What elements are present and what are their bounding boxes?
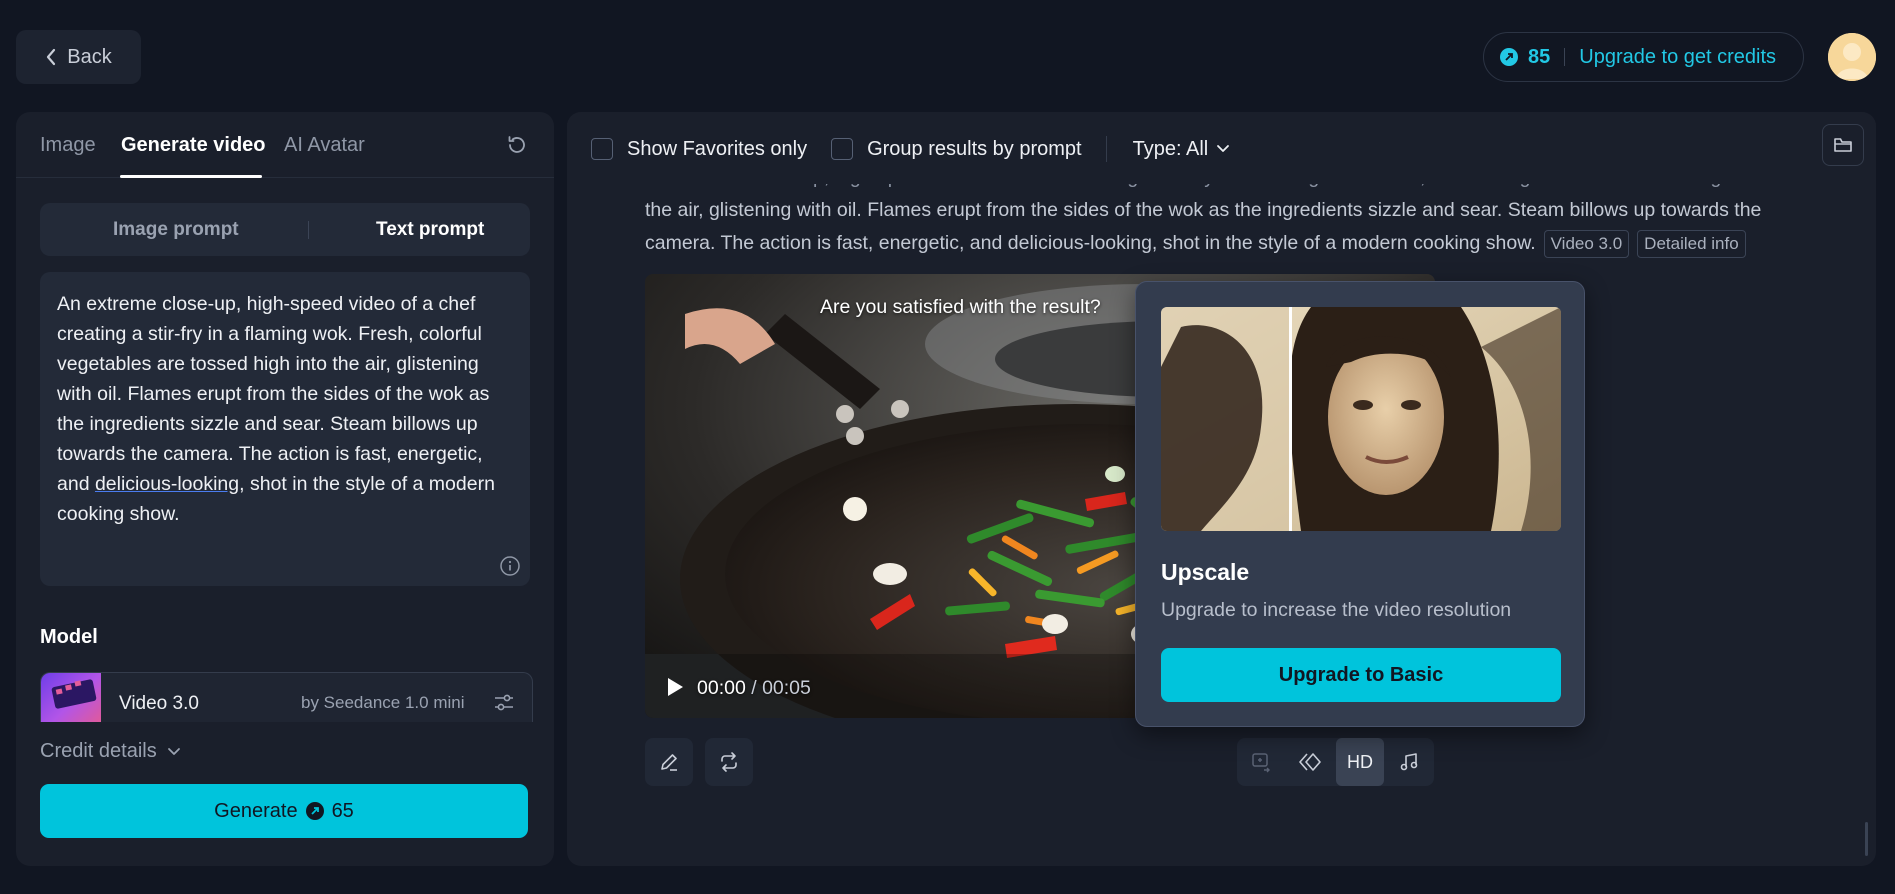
folder-icon: [1833, 136, 1853, 154]
result-filters: Show Favorites only Group results by pro…: [591, 134, 1230, 164]
group-results-label: Group results by prompt: [867, 137, 1082, 160]
generation-panel: Image Generate video AI Avatar Image pro…: [16, 112, 554, 866]
spellcheck-word: delicious-looking: [94, 473, 240, 495]
pill-divider: [1564, 48, 1566, 66]
video-tools: HD: [1237, 738, 1434, 786]
upgrade-to-basic-button[interactable]: Upgrade to Basic: [1161, 648, 1561, 702]
upscale-description: Upgrade to increase the video resolution: [1161, 599, 1512, 621]
mode-tabs: Image Generate video AI Avatar: [16, 112, 554, 178]
scrollbar-thumb[interactable]: [1865, 822, 1868, 856]
text-prompt-option[interactable]: Text prompt: [376, 219, 484, 241]
credit-coin-icon: [305, 802, 324, 820]
filter-divider: [1105, 136, 1107, 162]
show-favorites-label: Show Favorites only: [627, 137, 808, 160]
prompt-textarea[interactable]: An extreme close-up, high-speed video of…: [40, 272, 530, 586]
generate-cost: 65: [331, 799, 354, 822]
active-tab-indicator: [120, 175, 262, 178]
prompt-text: An extreme close-up, high-speed video of…: [57, 293, 495, 525]
group-results-checkbox[interactable]: [831, 138, 854, 160]
show-favorites-checkbox[interactable]: [591, 138, 613, 160]
video-current-time: 00:00: [697, 677, 746, 699]
model-tag[interactable]: Video 3.0: [1543, 230, 1630, 258]
credits-count: 85: [1528, 45, 1551, 68]
upscale-popover: Upscale Upgrade to increase the video re…: [1135, 281, 1585, 727]
info-icon[interactable]: [499, 555, 521, 577]
tab-ai-avatar[interactable]: AI Avatar: [284, 134, 365, 157]
pencil-icon: [658, 751, 680, 773]
detailed-info-button[interactable]: Detailed info: [1637, 230, 1746, 258]
type-select-label: Type: All: [1132, 137, 1209, 160]
credit-details-toggle[interactable]: Credit details: [40, 740, 181, 763]
model-provider: by Seedance 1.0 mini: [301, 693, 465, 712]
result-prompt-line-last: camera. The action is fast, energetic, a…: [645, 227, 1825, 260]
play-icon[interactable]: [665, 676, 685, 698]
reset-icon[interactable]: [506, 134, 528, 156]
toggle-divider: [308, 221, 309, 239]
back-button[interactable]: Back: [16, 30, 141, 84]
generate-label: Generate: [214, 799, 298, 822]
upscale-preview-image: [1161, 307, 1561, 531]
chevron-down-icon: [1216, 144, 1230, 154]
group-results-filter[interactable]: Group results by prompt: [831, 138, 1082, 161]
folder-button[interactable]: [1822, 124, 1864, 166]
avatar[interactable]: [1828, 33, 1876, 81]
show-favorites-filter[interactable]: Show Favorites only: [591, 138, 807, 161]
sliders-icon[interactable]: [493, 693, 515, 713]
regenerate-button[interactable]: [705, 738, 753, 786]
type-select[interactable]: Type: All: [1133, 138, 1231, 161]
interpolate-icon[interactable]: [1286, 738, 1334, 786]
hd-upscale-button[interactable]: HD: [1336, 738, 1384, 786]
video-time: 00:00 / 00:05: [697, 677, 811, 700]
back-label: Back: [67, 45, 112, 68]
credits-pill: 85 Upgrade to get credits: [1483, 32, 1804, 82]
prompt-mode-toggle: Image prompt Text prompt: [40, 203, 530, 256]
satisfaction-question: Are you satisfied with the result?: [820, 296, 1101, 318]
chevron-down-icon: [167, 747, 181, 757]
credit-details-label: Credit details: [40, 740, 157, 762]
result-prompt-line: the air, glistening with oil. Flames eru…: [645, 199, 1762, 221]
tab-image[interactable]: Image: [40, 134, 96, 157]
model-name: Video 3.0: [119, 693, 199, 714]
tab-generate-video[interactable]: Generate video: [121, 134, 266, 157]
credit-coin-icon: [1500, 48, 1518, 66]
repeat-icon: [718, 751, 740, 773]
image-prompt-option[interactable]: Image prompt: [113, 219, 239, 241]
upscale-title: Upscale: [1161, 559, 1250, 585]
upgrade-credits-link[interactable]: Upgrade to get credits: [1579, 46, 1776, 69]
generate-button[interactable]: Generate 65: [40, 784, 528, 838]
video-duration: / 00:05: [751, 677, 811, 699]
chevron-left-icon: [45, 48, 57, 66]
model-thumbnail: [41, 673, 101, 722]
model-label: Model: [40, 626, 98, 648]
model-selector[interactable]: Video 3.0 by Seedance 1.0 mini: [40, 672, 533, 722]
edit-button[interactable]: [645, 738, 693, 786]
music-icon[interactable]: [1385, 738, 1433, 786]
extend-icon[interactable]: [1237, 738, 1285, 786]
